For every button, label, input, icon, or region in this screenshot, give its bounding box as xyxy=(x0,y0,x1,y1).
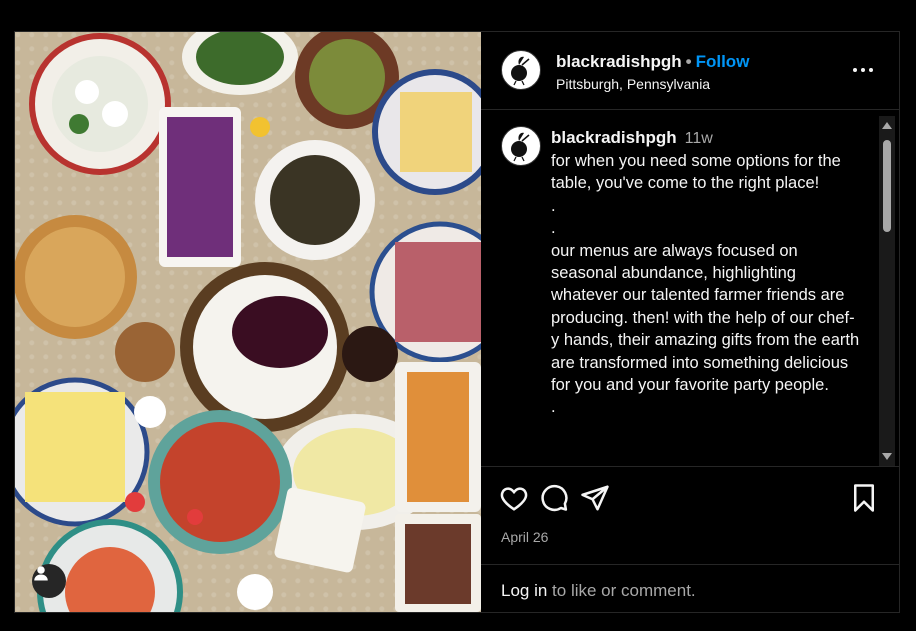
food-spread-illustration xyxy=(15,32,481,612)
user-tag-icon xyxy=(34,566,48,581)
header-username-row: blackradishpgh • Follow xyxy=(556,52,749,72)
caption-username[interactable]: blackradishpgh xyxy=(551,128,677,147)
comment-icon[interactable] xyxy=(539,483,569,513)
login-suffix: to like or comment. xyxy=(547,581,696,600)
heart-icon[interactable] xyxy=(499,483,529,513)
login-prompt: Log in to like or comment. xyxy=(501,581,696,601)
scroll-up-arrow-icon[interactable] xyxy=(882,122,892,129)
scrollbar-thumb[interactable] xyxy=(883,140,891,232)
more-options-icon xyxy=(853,68,857,72)
post-actions: April 26 Log in to like or comment. xyxy=(481,466,899,613)
bookmark-icon[interactable] xyxy=(849,483,879,513)
black-radish-logo xyxy=(511,56,530,86)
user-tag-button[interactable] xyxy=(32,564,66,598)
scroll-down-arrow-icon[interactable] xyxy=(882,453,892,460)
separator-dot: • xyxy=(685,52,692,71)
caption-scrollbar[interactable] xyxy=(879,116,895,466)
follow-button[interactable]: Follow xyxy=(696,52,750,71)
caption-text: for when you need some options for the t… xyxy=(551,152,860,417)
post-age[interactable]: 11w xyxy=(685,130,713,147)
post-sidebar: blackradishpgh • Follow Pittsburgh, Pennsy… xyxy=(481,32,899,612)
avatar[interactable] xyxy=(501,50,541,90)
login-link[interactable]: Log in xyxy=(501,581,547,600)
caption-avatar[interactable] xyxy=(501,126,541,166)
share-icon[interactable] xyxy=(580,483,610,513)
more-dot xyxy=(869,68,873,72)
caption-header: blackradishpgh 11w xyxy=(551,128,713,148)
more-dot xyxy=(861,68,865,72)
post-header: blackradishpgh • Follow Pittsburgh, Pennsy… xyxy=(481,32,899,110)
post-dialog: blackradishpgh • Follow Pittsburgh, Pennsy… xyxy=(14,31,900,613)
username-link[interactable]: blackradishpgh xyxy=(556,52,682,71)
black-radish-logo xyxy=(511,132,530,162)
caption-area[interactable]: blackradishpgh 11w for when you need some… xyxy=(481,110,899,465)
divider xyxy=(481,564,899,565)
post-photo[interactable] xyxy=(15,32,481,612)
location-link[interactable]: Pittsburgh, Pennsylvania xyxy=(556,76,710,92)
post-date[interactable]: April 26 xyxy=(501,529,548,545)
more-options-button[interactable] xyxy=(853,60,877,80)
